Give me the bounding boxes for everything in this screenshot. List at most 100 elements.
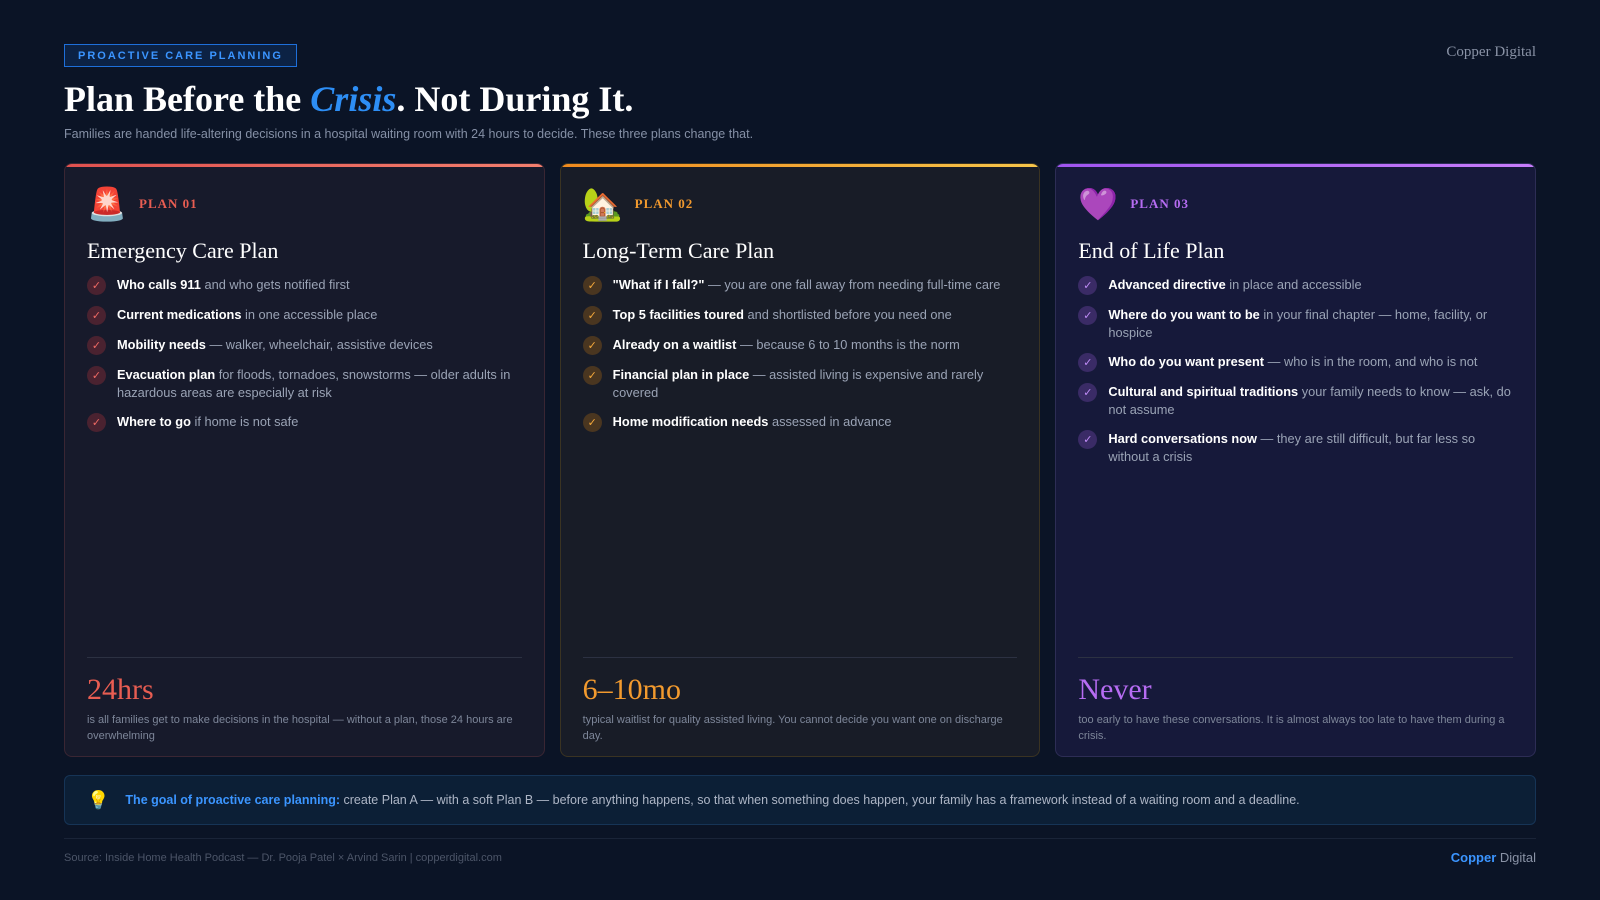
plan-label: PLAN 01 xyxy=(139,196,198,211)
checklist: ✓ Who calls 911 and who gets notified fir… xyxy=(87,276,522,432)
check-icon: ✓ xyxy=(1078,353,1098,372)
checklist: ✓ "What if I fall?" — you are one fall aw… xyxy=(582,276,1018,432)
check-icon: ✓ xyxy=(87,336,106,355)
list-item: ✓ Who do you want present — who is in the… xyxy=(1078,353,1513,372)
item-bold: Current medications xyxy=(117,307,242,322)
item-text: Home modification needs assessed in adva… xyxy=(613,413,892,431)
page-subtitle: Families are handed life-altering decisi… xyxy=(64,127,754,141)
item-text: Who do you want present — who is in the … xyxy=(1108,353,1477,371)
source-citation: Source: Inside Home Health Podcast — Dr.… xyxy=(64,852,502,864)
item-text: Where to go if home is not safe xyxy=(117,413,298,431)
item-rest: in place and accessible xyxy=(1225,277,1362,292)
brand-word-2: Digital xyxy=(1496,850,1536,865)
item-bold: "What if I fall?" xyxy=(612,277,705,292)
check-icon: ✓ xyxy=(87,413,106,432)
callout-text: The goal of proactive care planning: cre… xyxy=(125,793,1299,807)
brand-word-1: Copper xyxy=(1450,850,1497,865)
title-pre: Plan Before the xyxy=(64,79,311,119)
card-title: Long-Term Care Plan xyxy=(582,238,775,263)
check-icon: ✓ xyxy=(1078,306,1098,325)
footer-divider xyxy=(64,838,1536,839)
item-bold: Who calls 911 xyxy=(117,277,201,292)
item-bold: Where do you want to be xyxy=(1108,307,1260,322)
list-item: ✓ Already on a waitlist — because 6 to 10… xyxy=(582,336,1018,355)
item-text: Mobility needs — walker, wheelchair, ass… xyxy=(117,336,433,354)
list-item: ✓ Hard conversations now — they are still… xyxy=(1078,430,1513,466)
stat-description: typical waitlist for quality assisted li… xyxy=(582,714,1003,742)
police-light-icon: 🚨 xyxy=(87,186,127,222)
brand-logo-bottom: Copper Digital xyxy=(1451,850,1536,865)
card-emergency-care-plan: 🚨 PLAN 01 Emergency Care Plan ✓ Who calls… xyxy=(64,163,545,757)
item-text: Who calls 911 and who gets notified firs… xyxy=(117,276,350,294)
house-icon: 🏡 xyxy=(582,186,623,222)
list-item: ✓ Advanced directive in place and accessi… xyxy=(1078,276,1513,295)
item-text: Evacuation plan for floods, tornadoes, s… xyxy=(117,366,522,402)
card-stat: Never too early to have these conversati… xyxy=(1078,657,1514,744)
list-item: ✓ Where to go if home is not safe xyxy=(87,413,522,432)
card-title: Emergency Care Plan xyxy=(87,238,279,263)
title-accent: Crisis xyxy=(310,79,397,119)
item-bold: Cultural and spiritual traditions xyxy=(1108,384,1299,399)
stat-value: 6–10mo xyxy=(582,673,682,706)
checklist: ✓ Advanced directive in place and accessi… xyxy=(1078,276,1513,466)
page-title: Plan Before the Crisis. Not During It. xyxy=(64,78,633,120)
item-bold: Who do you want present xyxy=(1108,354,1265,369)
item-rest: assessed in advance xyxy=(768,414,892,429)
item-rest: — who is in the room, and who is not xyxy=(1264,354,1478,369)
goal-callout: 💡 The goal of proactive care planning: c… xyxy=(64,775,1536,825)
check-icon: ✓ xyxy=(87,366,106,385)
check-icon: ✓ xyxy=(582,366,602,385)
item-bold: Where to go xyxy=(117,414,191,429)
item-bold: Financial plan in place xyxy=(612,367,750,382)
plan-label: PLAN 03 xyxy=(1130,196,1189,211)
callout-bold: The goal of proactive care planning: xyxy=(125,793,341,807)
stat-value: 24hrs xyxy=(87,673,154,706)
list-item: ✓ "What if I fall?" — you are one fall aw… xyxy=(582,276,1018,295)
item-text: "What if I fall?" — you are one fall awa… xyxy=(613,276,1001,294)
card-stat: 6–10mo typical waitlist for quality assi… xyxy=(582,657,1018,744)
item-text: Current medications in one accessible pl… xyxy=(117,306,377,324)
item-text: Financial plan in place — assisted livin… xyxy=(613,366,1018,402)
item-rest: — you are one fall away from needing ful… xyxy=(704,277,1001,292)
list-item: ✓ Who calls 911 and who gets notified fir… xyxy=(87,276,522,295)
card-stat: 24hrs is all families get to make decisi… xyxy=(87,657,522,744)
list-item: ✓ Mobility needs — walker, wheelchair, as… xyxy=(87,336,522,355)
item-bold: Home modification needs xyxy=(612,414,769,429)
brand-logo-top: Copper Digital xyxy=(1446,44,1536,60)
plan-label: PLAN 02 xyxy=(634,196,694,211)
stat-value: Never xyxy=(1078,673,1152,706)
list-item: ✓ Financial plan in place — assisted livi… xyxy=(582,366,1018,402)
stat-description: too early to have these conversations. I… xyxy=(1078,714,1505,742)
check-icon: ✓ xyxy=(1078,383,1098,402)
item-bold: Mobility needs xyxy=(117,337,206,352)
item-bold: Hard conversations now xyxy=(1108,431,1257,446)
item-bold: Top 5 facilities toured xyxy=(612,307,744,322)
stat-description: is all families get to make decisions in… xyxy=(87,714,513,742)
card-header: 💜 PLAN 03 xyxy=(1078,186,1513,222)
item-text: Cultural and spiritual traditions your f… xyxy=(1108,383,1513,419)
check-icon: ✓ xyxy=(1078,276,1098,295)
check-icon: ✓ xyxy=(582,413,602,432)
list-item: ✓ Cultural and spiritual traditions your … xyxy=(1078,383,1513,419)
item-rest: — walker, wheelchair, assistive devices xyxy=(205,337,433,352)
title-post: . Not During It. xyxy=(396,79,634,119)
item-text: Advanced directive in place and accessib… xyxy=(1108,276,1361,294)
item-text: Already on a waitlist — because 6 to 10 … xyxy=(613,336,960,354)
card-title: End of Life Plan xyxy=(1078,238,1225,263)
check-icon: ✓ xyxy=(582,276,602,295)
list-item: ✓ Evacuation plan for floods, tornadoes, … xyxy=(87,366,522,402)
item-bold: Advanced directive xyxy=(1108,277,1226,292)
item-rest: and who gets notified first xyxy=(200,277,350,292)
callout-rest: create Plan A — with a soft Plan B — bef… xyxy=(340,793,1300,807)
item-bold: Already on a waitlist xyxy=(612,337,737,352)
section-tag: PROACTIVE CARE PLANNING xyxy=(64,44,297,67)
list-item: ✓ Top 5 facilities toured and shortlisted… xyxy=(582,306,1018,325)
list-item: ✓ Current medications in one accessible p… xyxy=(87,306,522,325)
list-item: ✓ Where do you want to be in your final c… xyxy=(1078,306,1513,342)
check-icon: ✓ xyxy=(1078,430,1098,449)
item-text: Where do you want to be in your final ch… xyxy=(1108,306,1513,342)
card-header: 🚨 PLAN 01 xyxy=(87,186,522,222)
item-text: Hard conversations now — they are still … xyxy=(1108,430,1513,466)
check-icon: ✓ xyxy=(87,276,106,295)
check-icon: ✓ xyxy=(582,336,602,355)
